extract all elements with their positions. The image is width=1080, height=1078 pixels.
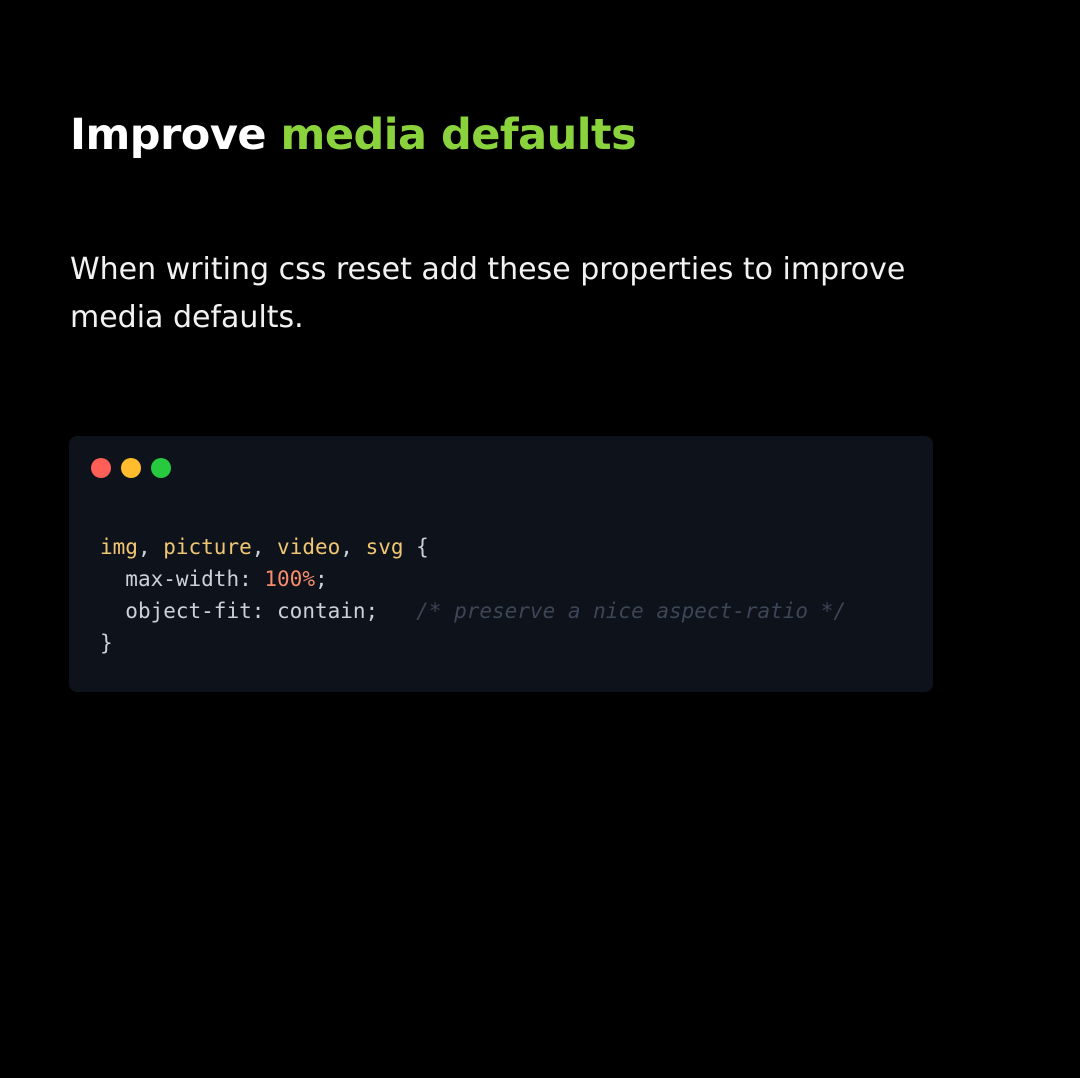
semicolon: ; bbox=[314, 567, 328, 591]
description-text: When writing css reset add these propert… bbox=[70, 252, 906, 335]
semicolon: ; bbox=[365, 599, 379, 623]
separator: , bbox=[340, 535, 366, 559]
separator: , bbox=[251, 535, 278, 559]
code-line-2: max-width: 100%; bbox=[100, 567, 328, 591]
colon: : bbox=[239, 567, 265, 591]
code-block: img, picture, video, svg { max-width: 10… bbox=[100, 531, 846, 659]
open-brace: { bbox=[403, 535, 429, 559]
selector-svg: svg bbox=[365, 535, 404, 559]
code-line-1: img, picture, video, svg { bbox=[100, 535, 429, 559]
property-object-fit: object-fit bbox=[125, 599, 252, 623]
separator: , bbox=[137, 535, 164, 559]
selector-picture: picture bbox=[163, 535, 252, 559]
close-brace: } bbox=[100, 631, 113, 655]
maximize-dot-icon bbox=[151, 458, 171, 478]
property-max-width: max-width bbox=[125, 567, 240, 591]
colon: : bbox=[251, 599, 278, 623]
code-line-4: } bbox=[100, 631, 113, 655]
title-accent: media defaults bbox=[280, 110, 637, 160]
code-comment: /* preserve a nice aspect-ratio */ bbox=[416, 599, 847, 623]
minimize-dot-icon bbox=[121, 458, 141, 478]
window-controls bbox=[91, 458, 171, 478]
title-plain: Improve bbox=[70, 110, 267, 160]
code-window: img, picture, video, svg { max-width: 10… bbox=[69, 436, 933, 692]
page-title: Improve media defaults bbox=[70, 110, 637, 160]
selector-img: img bbox=[100, 535, 138, 559]
close-dot-icon bbox=[91, 458, 111, 478]
selector-video: video bbox=[277, 535, 341, 559]
code-line-3: object-fit: contain; /* preserve a nice … bbox=[100, 599, 846, 623]
value-100-percent: 100% bbox=[264, 567, 315, 591]
value-contain: contain bbox=[277, 599, 366, 623]
